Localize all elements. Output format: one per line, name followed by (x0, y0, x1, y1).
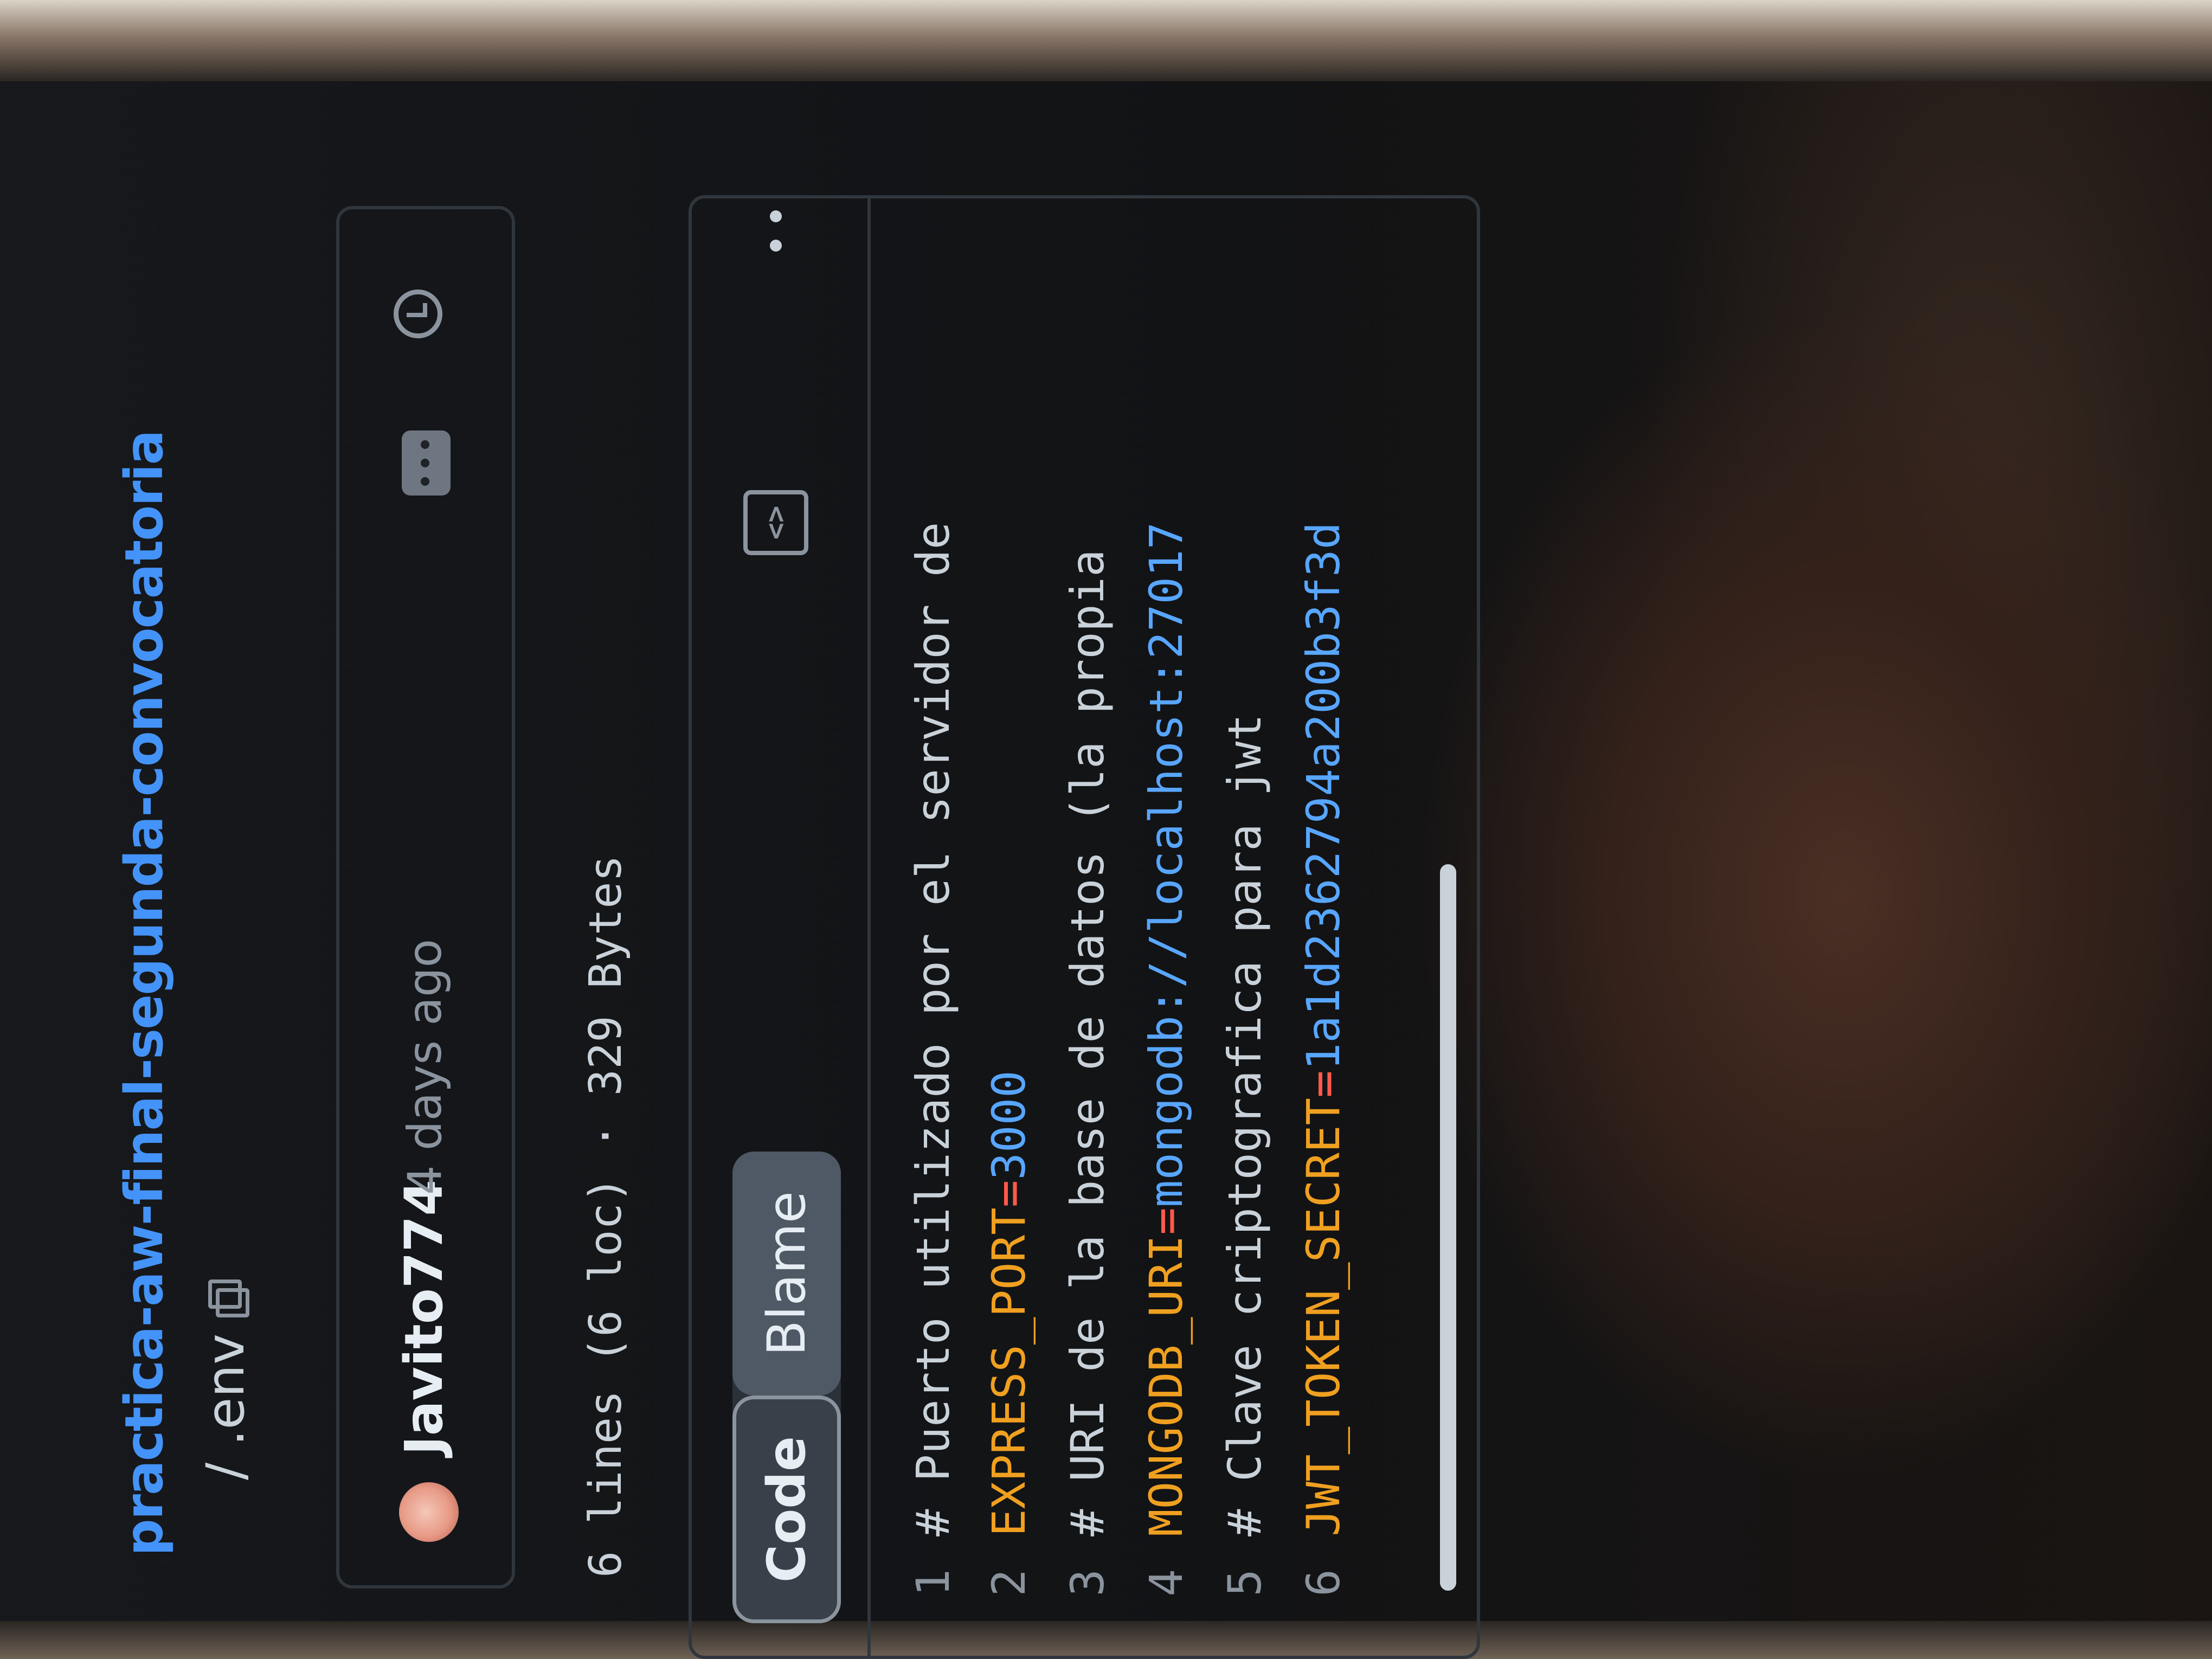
more-dots-icon[interactable] (402, 430, 451, 496)
code-comment: # Clave criptografica para jwt (1218, 713, 1271, 1536)
env-equals: = (1297, 1070, 1350, 1098)
env-value: mongodb://localhost:27017 (1140, 522, 1193, 1208)
code-comment: # URI de la base de datos (la propia (1061, 549, 1114, 1536)
env-key: EXPRESS_PORT (982, 1207, 1036, 1536)
env-key: MONGODB_URI (1140, 1234, 1193, 1536)
code-line-5: 5 # Clave criptografica para jwt (1210, 714, 1280, 1656)
line-number: 4 (1140, 1569, 1193, 1597)
latest-commit-box: Javito774 4 days ago (336, 206, 515, 1589)
env-equals: = (982, 1180, 1036, 1208)
history-icon[interactable] (394, 290, 442, 338)
repo-name-link[interactable]: practica-aw-final-segunda-convocatoria (114, 431, 175, 1556)
line-number: 1 (906, 1569, 960, 1597)
line-number: 5 (1218, 1569, 1271, 1597)
env-key: JWT_TOKEN_SECRET (1297, 1097, 1350, 1536)
avatar[interactable] (399, 1482, 459, 1542)
blame-tab[interactable]: Blame (732, 1152, 841, 1396)
code-line-1: 1 # Puerto utilizado por el servidor de (898, 522, 968, 1656)
file-info: 6 lines (6 loc) · 329 Bytes (580, 855, 632, 1578)
code-square-icon[interactable]: <> (743, 490, 808, 555)
photo-background: practica-aw-final-segunda-convocatoria /… (0, 0, 2212, 1659)
line-number: 6 (1297, 1569, 1350, 1597)
code-line-6: 6 JWT_TOKEN_SECRET = 1a1d2362794a200b3f3d (1288, 522, 1359, 1656)
code-toolbar: Code Blame <> (692, 198, 871, 1656)
code-line-4: 4 MONGODB_URI = mongodb://localhost:27017 (1131, 522, 1201, 1656)
phone-screen: practica-aw-final-segunda-convocatoria /… (33, 0, 2179, 1659)
file-path-text: / .env (195, 1333, 256, 1480)
kebab-menu-icon[interactable] (760, 195, 792, 252)
env-value: 3000 (982, 1070, 1036, 1180)
commit-time: 4 days ago (398, 938, 452, 1195)
line-number: 3 (1061, 1569, 1114, 1597)
env-equals: = (1140, 1207, 1193, 1235)
copy-icon[interactable] (208, 1287, 243, 1317)
line-number: 2 (982, 1569, 1036, 1597)
code-comment: # Puerto utilizado por el servidor de (906, 522, 960, 1536)
code-panel: Code Blame <> 1 # Puerto utilizado por e… (689, 195, 1480, 1659)
commit-author[interactable]: Javito774 (394, 1180, 454, 1455)
code-line-2: 2 EXPRESS_PORT = 3000 (974, 1070, 1044, 1656)
horizontal-scrollbar[interactable] (1440, 864, 1456, 1591)
env-value: 1a1d2362794a200b3f3d (1297, 522, 1350, 1071)
view-mode-toggle: Code Blame (732, 1152, 841, 1623)
code-tab[interactable]: Code (732, 1396, 841, 1623)
file-path: / .env (195, 1287, 256, 1480)
code-line-3: 3 # URI de la base de datos (la propia (1052, 549, 1123, 1656)
